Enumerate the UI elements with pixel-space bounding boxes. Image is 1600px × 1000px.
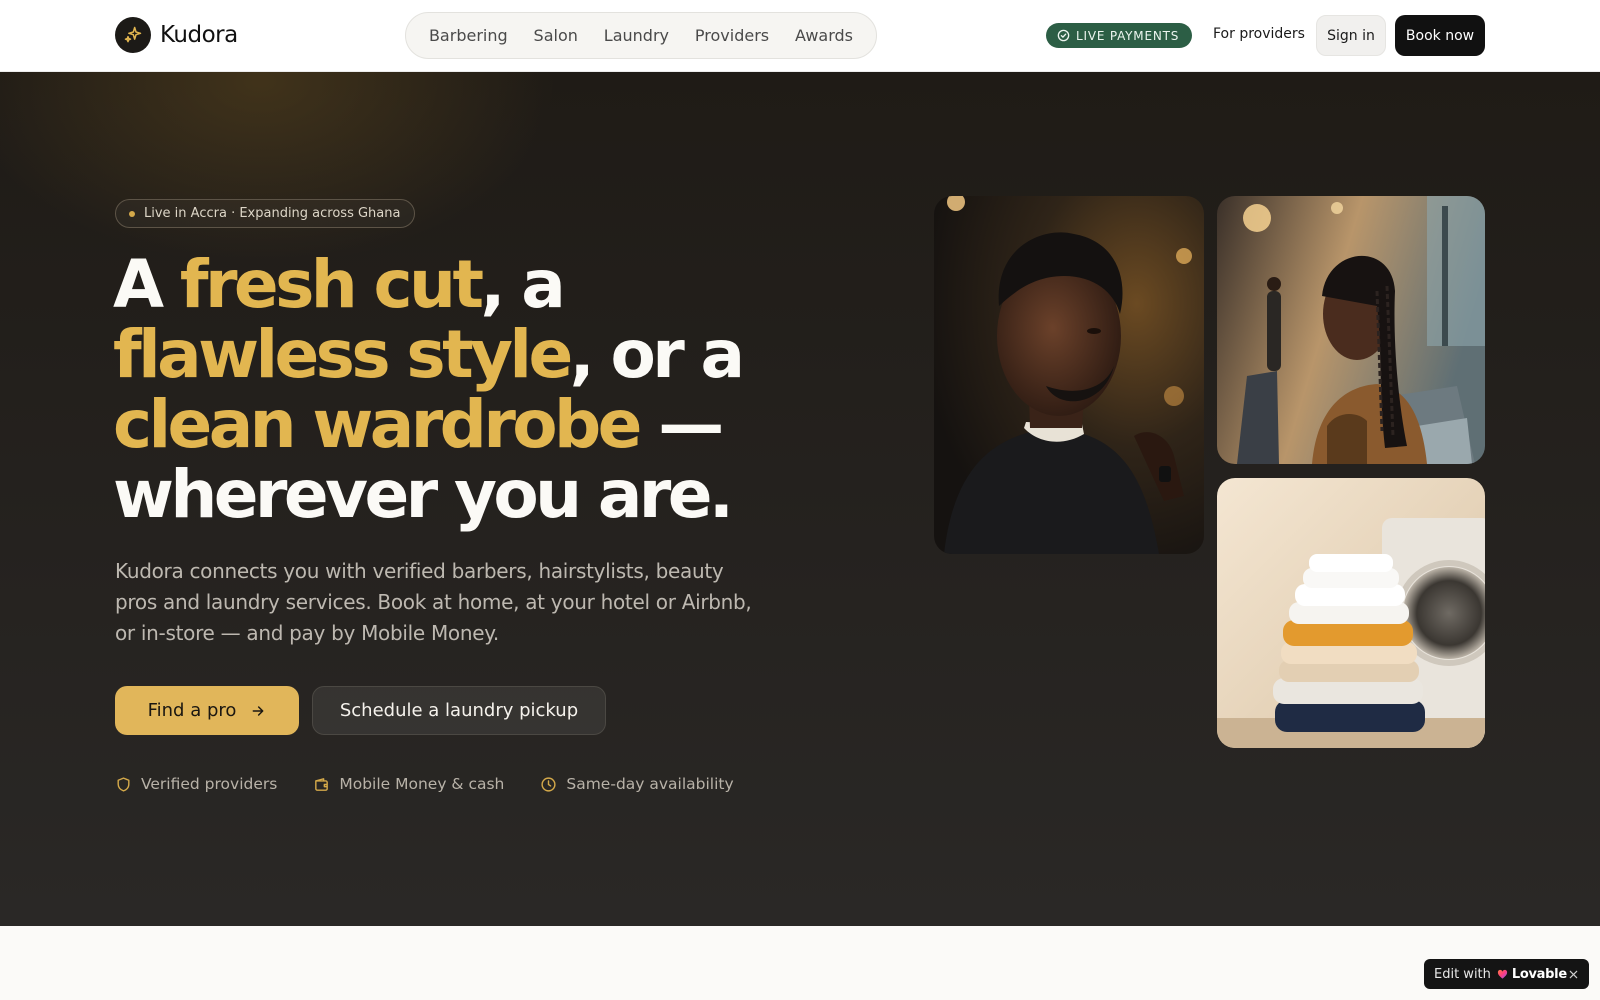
shield-icon — [115, 776, 132, 793]
hero-subcopy: Kudora connects you with verified barber… — [115, 559, 752, 645]
hero-section: Live in Accra · Expanding across Ghana A… — [0, 72, 1600, 926]
brand[interactable]: Kudora — [115, 17, 238, 53]
find-a-pro-label: Find a pro — [147, 700, 237, 721]
main-nav: Barbering Salon Laundry Providers Awards — [405, 12, 877, 59]
headline-text: wherever you are. — [113, 456, 734, 533]
live-badge-label: LIVE PAYMENTS — [1076, 28, 1180, 43]
lovable-prefix: Edit with — [1434, 966, 1491, 982]
headline-text: , or a — [569, 316, 745, 393]
barber-photo — [934, 196, 1204, 554]
headline-text: — — [638, 386, 724, 463]
headline-text: A — [113, 246, 180, 323]
nav-link-salon[interactable]: Salon — [534, 26, 578, 45]
lovable-heart-icon — [1497, 969, 1508, 980]
location-chip-label: Live in Accra · Expanding across Ghana — [144, 206, 401, 221]
headline-highlight: fresh cut — [179, 246, 484, 323]
salon-photo — [1217, 196, 1485, 464]
feature-label: Same-day availability — [566, 775, 734, 793]
headline-highlight: clean wardrobe — [113, 386, 642, 463]
nav-link-providers[interactable]: Providers — [695, 26, 769, 45]
top-navigation: Kudora Barbering Salon Laundry Providers… — [0, 0, 1600, 72]
feature-item: Verified providers — [115, 775, 277, 793]
live-payments-badge: LIVE PAYMENTS — [1046, 23, 1193, 48]
nav-link-laundry[interactable]: Laundry — [604, 26, 669, 45]
brand-name: Kudora — [160, 22, 238, 48]
feature-list: Verified providers Mobile Money & cash S… — [115, 775, 770, 793]
schedule-laundry-pickup-button[interactable]: Schedule a laundry pickup — [312, 686, 606, 735]
location-chip: Live in Accra · Expanding across Ghana — [115, 199, 416, 228]
feature-label: Mobile Money & cash — [339, 775, 505, 793]
nav-link-barbering[interactable]: Barbering — [429, 26, 508, 45]
nav-link-awards[interactable]: Awards — [795, 26, 853, 45]
wallet-icon — [313, 776, 330, 793]
clock-icon — [540, 776, 557, 793]
find-a-pro-button[interactable]: Find a pro — [115, 686, 299, 735]
book-now-button[interactable]: Book now — [1395, 15, 1485, 56]
status-dot — [129, 210, 135, 217]
arrow-right-icon — [250, 703, 266, 719]
sparkle-icon — [115, 17, 151, 53]
feature-item: Same-day availability — [540, 775, 734, 793]
for-providers-link[interactable]: For providers — [1213, 26, 1305, 42]
hero-headline: A fresh cut, a flawless style, or a clea… — [113, 250, 873, 530]
headline-highlight: flawless style — [113, 316, 573, 393]
close-icon[interactable] — [1568, 969, 1579, 980]
edit-with-lovable-badge[interactable]: Edit with Lovable — [1424, 959, 1589, 989]
headline-text: , a — [480, 246, 565, 323]
sign-in-button[interactable]: Sign in — [1316, 15, 1386, 56]
laundry-photo — [1217, 478, 1485, 748]
lovable-brand: Lovable — [1511, 966, 1567, 982]
feature-label: Verified providers — [141, 775, 278, 793]
check-circle-icon — [1057, 29, 1070, 42]
feature-item: Mobile Money & cash — [313, 775, 504, 793]
